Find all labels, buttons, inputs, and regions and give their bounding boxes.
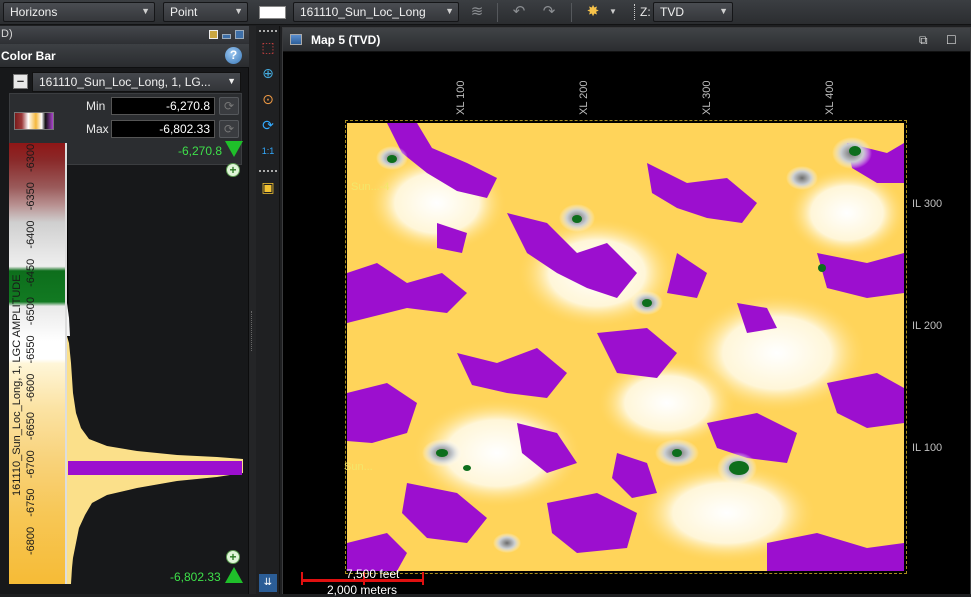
display-mode-dropdown[interactable]: Point ▼: [163, 2, 248, 22]
color-bar-tick-label: -6650: [25, 411, 37, 441]
color-swatch[interactable]: [259, 6, 286, 19]
top-range-label: -6,270.8: [178, 144, 223, 158]
current-value-marker: [68, 461, 242, 475]
toolbar-grip: [259, 170, 277, 174]
map-tools-toolbar: ⬚ ⊕ ⊙ ⟳ 1:1 ▣ ⇊: [256, 26, 280, 594]
horizon-dropdown[interactable]: 161110_Sun_Loc_Long ▼: [293, 2, 459, 22]
xl-label: XL 300: [701, 80, 713, 115]
color-bar-tick-label: -6400: [25, 220, 37, 249]
il-label: IL 200: [912, 320, 943, 332]
undo-icon[interactable]: ↶: [510, 3, 528, 21]
add-stop-icon[interactable]: +: [226, 163, 240, 177]
scale-bar: 7,500 feet 2,000 meters: [301, 564, 426, 597]
bottom-range-handle[interactable]: [225, 567, 243, 583]
color-bar-tick-label: -6550: [25, 335, 37, 364]
min-label: Min: [86, 99, 106, 113]
scale-feet-label: 7,500 feet: [346, 567, 400, 581]
reset-min-button[interactable]: ⟳: [219, 97, 239, 115]
chevron-down-icon: ▼: [227, 76, 236, 86]
scale-icon[interactable]: 1:1: [259, 142, 277, 160]
xl-label: XL 200: [578, 80, 590, 115]
collapse-icon[interactable]: –: [13, 74, 28, 89]
attribute-dropdown[interactable]: 161110_Sun_Loc_Long, 1, LG... ▼: [32, 72, 241, 92]
chevron-down-icon: ▼: [234, 6, 243, 16]
chevron-down-icon[interactable]: ▼: [608, 3, 618, 21]
color-bar-tick-label: -6500: [25, 297, 37, 326]
well-label[interactable]: Sun...-4: [351, 181, 390, 193]
horizon-name: 161110_Sun_Loc_Long: [300, 5, 426, 19]
restore-icon[interactable]: ⧉: [919, 33, 928, 48]
color-bar-header: Color Bar ?: [0, 44, 249, 68]
help-icon[interactable]: ?: [225, 47, 242, 64]
zoom-in-icon[interactable]: ⊙: [259, 90, 277, 108]
object-type-value: Horizons: [10, 5, 58, 19]
survey-boundary: [345, 120, 907, 574]
chevron-down-icon: ▼: [141, 6, 150, 16]
chevron-down-icon: ▼: [445, 6, 454, 16]
maximize-panel-icon[interactable]: [235, 30, 244, 39]
color-bar-axis: 161110_Sun_Loc_Long, 1, LGC AMPLITUDE: [11, 143, 25, 584]
rotate-icon[interactable]: ⟳: [259, 116, 277, 134]
domain-value: TVD: [660, 5, 684, 19]
zoom-fit-icon[interactable]: ⊕: [259, 64, 277, 82]
expand-toolbar-icon[interactable]: ⇊: [259, 574, 277, 592]
bottom-range-label: -6,802.33: [170, 570, 221, 584]
main-toolbar: Horizons ▼ Point ▼ 161110_Sun_Loc_Long ▼…: [0, 0, 971, 25]
color-bar-tick-label: -6300: [25, 143, 37, 172]
panel-title: Color Bar: [1, 49, 56, 63]
add-stop-icon[interactable]: +: [226, 550, 240, 564]
color-bar-tick-label: -6800: [25, 526, 37, 555]
zoom-area-icon[interactable]: ⬚: [259, 38, 277, 56]
color-bar-tick-label: -6750: [25, 488, 37, 517]
attribute-value: 161110_Sun_Loc_Long, 1, LG...: [39, 75, 211, 89]
map-title: Map 5 (TVD): [311, 33, 381, 47]
map-settings-icon[interactable]: ▣: [259, 178, 277, 196]
max-label: Max: [86, 122, 109, 136]
display-mode-value: Point: [170, 5, 198, 19]
map-window: Map 5 (TVD) ⧉ ☐ XL 100 XL 200 XL 300 XL …: [282, 27, 971, 597]
minimize-panel-icon[interactable]: [222, 34, 231, 39]
scale-meters-label: 2,000 meters: [327, 583, 398, 597]
toolbar-separator: [497, 3, 498, 22]
toolbar-grip: [259, 30, 277, 34]
reset-max-button[interactable]: ⟳: [219, 120, 239, 138]
il-label: IL 300: [912, 198, 943, 210]
il-label: IL 100: [912, 442, 943, 454]
max-value-field[interactable]: -6,802.33: [111, 120, 215, 138]
well-label[interactable]: Sun...: [344, 461, 373, 473]
top-range-handle[interactable]: [225, 141, 243, 157]
float-panel-icon[interactable]: [209, 30, 218, 39]
amplitude-histogram: [67, 143, 243, 584]
splitter-grip[interactable]: [251, 311, 254, 351]
map-title-bar: Map 5 (TVD) ⧉ ☐: [283, 28, 970, 52]
panel-tab: D): [0, 26, 249, 44]
chevron-down-icon: ▼: [719, 6, 728, 16]
close-icon[interactable]: ☐: [946, 33, 957, 47]
scale-bar-tick: [301, 572, 303, 585]
xl-label: XL 400: [824, 80, 836, 115]
z-axis-icon: [634, 4, 639, 20]
min-value-field[interactable]: -6,270.8: [111, 97, 215, 115]
domain-dropdown[interactable]: TVD ▼: [653, 2, 733, 22]
color-bar-tick-label: -6450: [25, 258, 37, 287]
sun-lighting-icon[interactable]: ✸: [584, 3, 602, 21]
scale-bar-tick: [422, 572, 424, 585]
color-bar-tick-label: -6700: [25, 450, 37, 479]
panel-splitter[interactable]: [249, 26, 256, 594]
layers-icon[interactable]: ≋: [468, 3, 486, 21]
color-bar-tick-label: -6600: [25, 373, 37, 402]
map-icon: [290, 34, 302, 45]
color-bar-tick-label: -6350: [25, 182, 37, 211]
toolbar-separator: [571, 3, 572, 22]
z-label: Z:: [640, 5, 651, 19]
color-bar-attribute-label: 161110_Sun_Loc_Long, 1, LGC AMPLITUDE: [11, 274, 23, 496]
xl-label: XL 100: [455, 80, 467, 115]
colormap-thumbnail[interactable]: [14, 112, 54, 130]
attribute-row: – 161110_Sun_Loc_Long, 1, LG... ▼: [9, 72, 242, 92]
object-type-dropdown[interactable]: Horizons ▼: [3, 2, 155, 22]
map-canvas[interactable]: XL 100 XL 200 XL 300 XL 400 IL 300 IL 20…: [283, 53, 970, 597]
panel-tab-label: D): [1, 28, 13, 40]
redo-icon[interactable]: ↷: [540, 3, 558, 21]
